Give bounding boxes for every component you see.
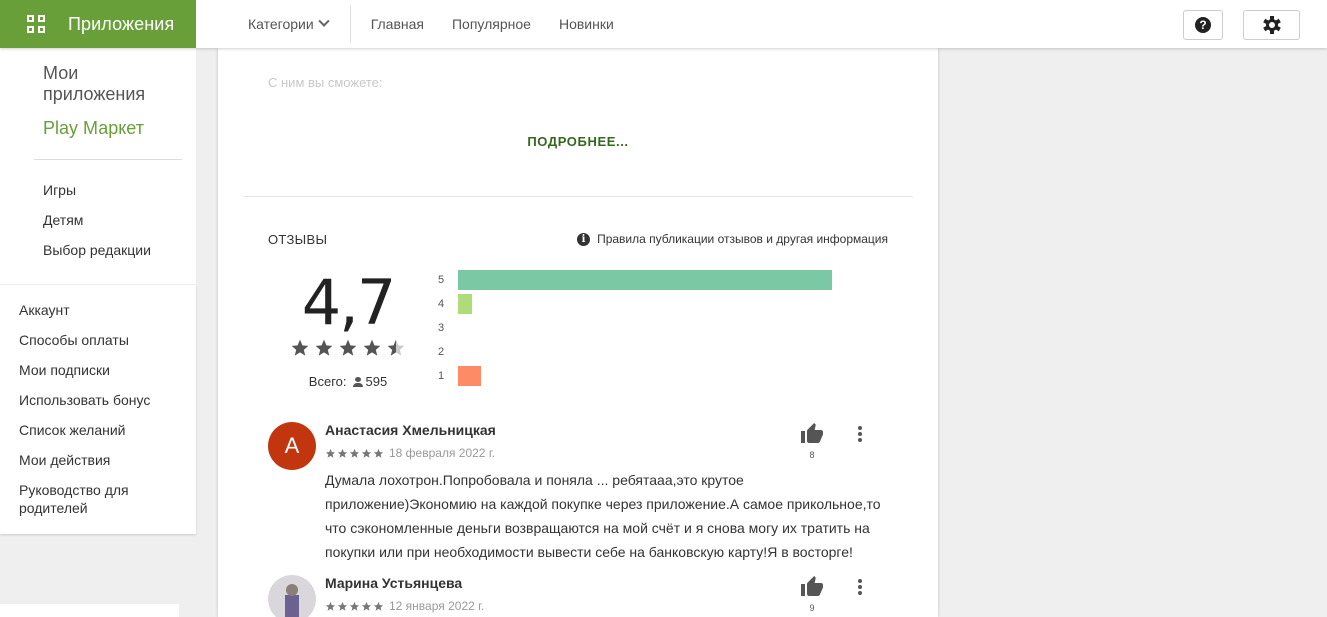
sidebar: Мои приложения Play Маркет Игры Детям Вы…	[0, 48, 196, 534]
rating-stars	[290, 338, 410, 358]
more-options-icon[interactable]	[856, 424, 864, 444]
histogram-bar	[458, 294, 472, 314]
star-icon	[325, 448, 336, 459]
description-faded-text: С ним вы сможете:	[268, 75, 383, 90]
sidebar-footer	[0, 604, 179, 617]
read-more-link[interactable]: ПОДРОБНЕЕ...	[218, 134, 938, 149]
star-icon	[349, 448, 360, 459]
star-icon	[373, 448, 384, 459]
sidebar-account-section: Аккаунт Способы оплаты Мои подписки Испо…	[0, 285, 196, 534]
star-icon	[349, 601, 360, 612]
thumbs-up-icon[interactable]	[800, 422, 824, 446]
help-icon: ?	[1195, 17, 1211, 33]
rating-score: 4,7	[301, 266, 397, 339]
top-nav: Категории Главная Популярное Новинки	[248, 0, 614, 48]
like-count: 9	[809, 603, 815, 613]
reviewer-name[interactable]: Марина Устьянцева	[325, 575, 462, 591]
sidebar-item-redeem[interactable]: Использовать бонус	[19, 391, 179, 409]
sidebar-apps-section: Мои приложения Play Маркет Игры Детям Вы…	[0, 48, 196, 284]
help-button[interactable]: ?	[1183, 10, 1223, 40]
chevron-down-icon	[318, 15, 330, 27]
sidebar-item-kids[interactable]: Детям	[43, 212, 83, 228]
histogram-row: 4	[438, 294, 472, 314]
nav-link-popular[interactable]: Популярное	[452, 16, 531, 32]
review-policy-label: Правила публикации отзывов и другая инфо…	[597, 232, 888, 246]
histogram-bar	[458, 366, 481, 386]
star-icon	[373, 601, 384, 612]
thumbs-up-icon[interactable]	[800, 575, 824, 599]
brand-label: Приложения	[68, 13, 175, 34]
info-icon: i	[577, 232, 591, 246]
nav-link-new[interactable]: Новинки	[559, 16, 614, 32]
categories-label: Категории	[248, 16, 314, 32]
histogram-row: 1	[438, 366, 481, 386]
categories-dropdown[interactable]: Категории	[248, 5, 351, 43]
top-bar: Приложения Категории Главная Популярное …	[0, 0, 1327, 48]
star-icon	[386, 338, 406, 358]
review-meta: 12 января 2022 г.	[325, 599, 484, 613]
histogram-row: 3	[438, 318, 458, 338]
histogram-row: 5	[438, 270, 832, 290]
rating-total: Всего: 595	[278, 374, 418, 389]
more-options-icon[interactable]	[856, 577, 864, 597]
nav-link-home[interactable]: Главная	[371, 16, 424, 32]
avatar-letter: A	[284, 433, 300, 458]
review-date: 12 января 2022 г.	[389, 599, 485, 613]
review-meta: 18 февраля 2022 г.	[325, 446, 495, 460]
gear-icon	[1262, 16, 1281, 34]
star-icon	[290, 338, 310, 358]
sidebar-item-account[interactable]: Аккаунт	[19, 301, 179, 319]
sidebar-item-my-apps[interactable]: Мои приложения	[43, 63, 173, 105]
avatar: A	[268, 422, 316, 470]
person-icon	[352, 376, 363, 387]
star-icon	[325, 601, 336, 612]
histogram-label: 2	[438, 346, 445, 358]
histogram-label: 1	[438, 370, 445, 382]
sidebar-divider	[34, 159, 182, 160]
star-icon	[337, 601, 348, 612]
sidebar-item-play-market[interactable]: Play Маркет	[43, 118, 144, 139]
reviews-heading: ОТЗЫВЫ	[268, 232, 328, 247]
reviewer-name[interactable]: Анастасия Хмельницкая	[325, 422, 496, 438]
app-details-card: С ним вы сможете: ПОДРОБНЕЕ... ОТЗЫВЫ i …	[218, 48, 938, 617]
total-count: 595	[365, 374, 388, 389]
sidebar-item-payment-methods[interactable]: Способы оплаты	[19, 331, 179, 349]
star-icon	[361, 448, 372, 459]
histogram-label: 5	[438, 274, 445, 286]
review-policy-link[interactable]: i Правила публикации отзывов и другая ин…	[577, 232, 888, 246]
star-icon	[337, 448, 348, 459]
sidebar-item-editors-choice[interactable]: Выбор редакции	[43, 242, 151, 258]
star-icon	[361, 601, 372, 612]
review-text: Думала лохотрон.Попробовала и поняла ...…	[325, 472, 881, 560]
sidebar-item-parent-guide[interactable]: Руководство для родителей	[19, 481, 179, 517]
histogram-row: 2	[438, 342, 458, 362]
apps-grid-icon	[27, 15, 45, 33]
star-icon	[314, 338, 334, 358]
review-stars	[325, 448, 385, 459]
star-icon	[362, 338, 382, 358]
apps-brand-button[interactable]: Приложения	[0, 0, 196, 48]
avatar	[268, 575, 316, 617]
sidebar-item-subscriptions[interactable]: Мои подписки	[19, 361, 179, 379]
settings-button[interactable]	[1243, 10, 1300, 40]
review-stars	[325, 601, 385, 612]
histogram-label: 4	[438, 298, 445, 310]
avatar-photo	[268, 575, 316, 617]
sidebar-item-wishlist[interactable]: Список желаний	[19, 421, 179, 439]
sidebar-item-my-activity[interactable]: Мои действия	[19, 451, 179, 469]
like-count: 8	[809, 450, 815, 460]
total-label: Всего:	[308, 374, 347, 389]
histogram-bar	[458, 270, 832, 290]
histogram-label: 3	[438, 322, 445, 334]
section-divider	[243, 196, 913, 197]
review-date: 18 февраля 2022 г.	[389, 446, 496, 460]
star-icon	[338, 338, 358, 358]
sidebar-item-games[interactable]: Игры	[43, 182, 76, 198]
